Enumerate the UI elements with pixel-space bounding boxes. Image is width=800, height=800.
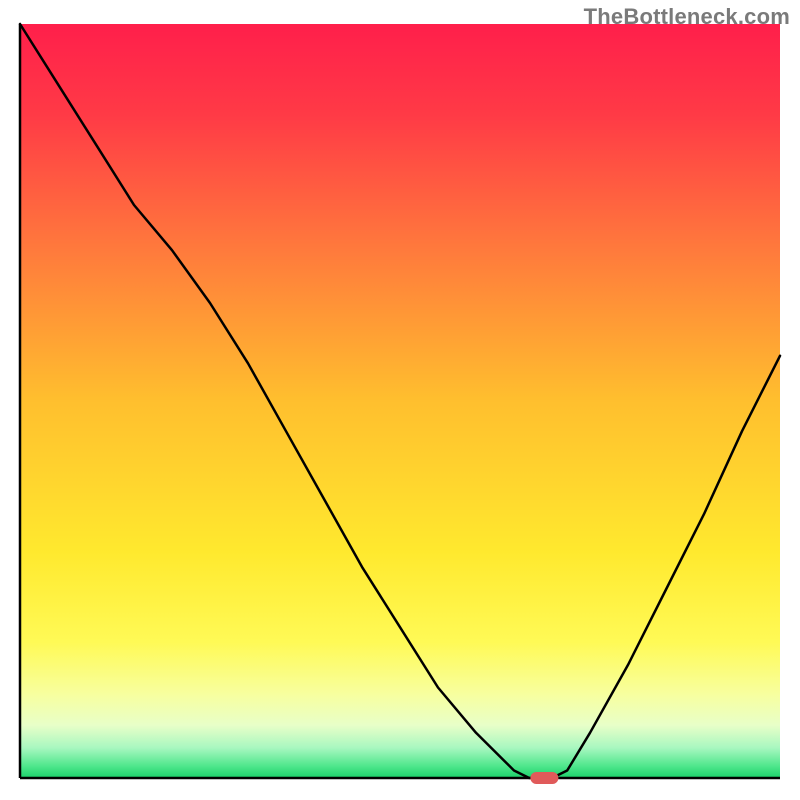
watermark-text: TheBottleneck.com (584, 4, 790, 30)
optimal-marker (530, 772, 558, 784)
chart-background-gradient (20, 24, 780, 778)
chart-svg (0, 0, 800, 800)
bottleneck-chart: TheBottleneck.com (0, 0, 800, 800)
